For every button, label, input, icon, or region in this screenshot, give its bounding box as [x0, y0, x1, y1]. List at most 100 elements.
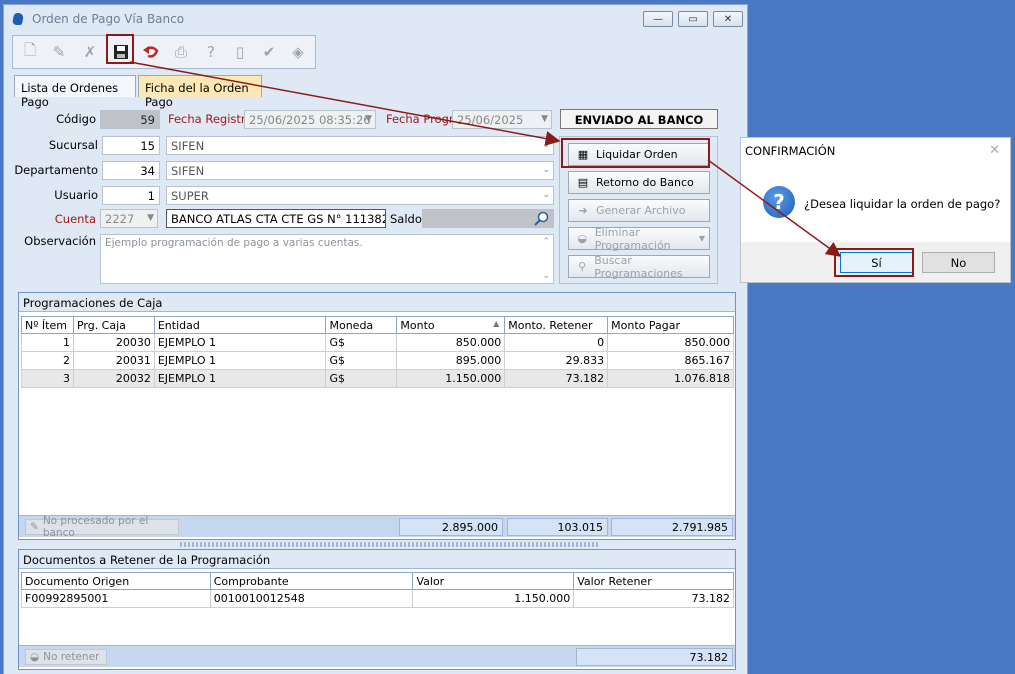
eraser-icon[interactable]: ◈ — [285, 39, 311, 65]
saldo-field — [422, 209, 554, 228]
codigo-field: 59 — [100, 110, 160, 129]
fecha-registro-field[interactable]: 25/06/2025 08:35:26 ▼ — [244, 110, 376, 129]
chevron-down-icon: ▼ — [698, 234, 705, 243]
scroll-down-icon[interactable]: ⌄ — [542, 271, 550, 281]
sucursal-code-field[interactable]: 15 — [102, 136, 160, 155]
help-icon[interactable]: ? — [198, 39, 224, 65]
programaciones-title: Programaciones de Caja — [19, 293, 735, 312]
total-pagar: 2.791.985 — [611, 518, 733, 536]
dialog-message: ¿Desea liquidar la orden de pago? — [804, 197, 1001, 211]
no-button[interactable]: No — [922, 252, 995, 273]
tab-ficha[interactable]: Ficha del la Orden Pago — [138, 75, 262, 109]
sucursal-label: Sucursal — [48, 138, 98, 152]
maximize-button[interactable]: ▭ — [678, 11, 708, 27]
chevron-down-icon: ⌄ — [542, 140, 550, 150]
splitter[interactable] — [180, 542, 600, 547]
liquidar-highlight — [561, 138, 710, 168]
minimize-button[interactable]: — — [643, 11, 673, 27]
cell-comprobante: 0010010012548 — [209, 589, 414, 608]
cell-monto: 850.000 — [396, 333, 506, 352]
total-monto: 2.895.000 — [399, 518, 503, 536]
edit-icon[interactable]: ✎ — [46, 39, 72, 65]
cuenta-name-field[interactable]: BANCO ATLAS CTA CTE GS N° 1113822 SI — [166, 209, 386, 228]
col-comprobante[interactable]: Comprobante — [209, 572, 414, 590]
eraser-icon: ◒ — [577, 232, 588, 245]
close-button[interactable]: ✕ — [713, 11, 743, 27]
col-monto-pagar[interactable]: Monto Pagar — [607, 316, 734, 334]
departamento-code-field[interactable]: 34 — [102, 161, 160, 180]
col-entidad[interactable]: Entidad — [153, 316, 327, 334]
eliminar-programacion-button[interactable]: ◒ Eliminar Programación ▼ — [568, 226, 710, 252]
col-valor[interactable]: Valor — [412, 572, 575, 590]
cell-item: 2 — [21, 351, 74, 370]
usuario-label: Usuario — [54, 188, 98, 202]
scroll-up-icon[interactable]: ⌃ — [542, 237, 550, 247]
total-valor-retener: 73.182 — [576, 648, 733, 666]
toolbar: 🗋 ✎ ✗ ⎙ ? ▯ ✔ ◈ — [12, 35, 316, 69]
chevron-down-icon: ⌄ — [542, 190, 550, 200]
app-icon — [11, 13, 25, 25]
cell-origen: F00992895001 — [21, 589, 211, 608]
cell-item: 3 — [21, 369, 74, 388]
cell-prg: 20031 — [72, 351, 155, 370]
table-row[interactable]: 1 20030 EJEMPLO 1 G$ 850.000 0 850.000 — [21, 333, 734, 352]
observacion-field[interactable]: Ejemplo programación de pago a varias cu… — [100, 234, 554, 284]
cell-retener: 29.833 — [504, 351, 609, 370]
documentos-group: Documentos a Retener de la Programación … — [18, 549, 736, 670]
buscar-programaciones-button[interactable]: ⚲ Buscar Programaciones — [568, 254, 710, 280]
check-icon[interactable]: ✔ — [256, 39, 282, 65]
search-icon[interactable] — [534, 211, 549, 227]
fecha-prog-field[interactable]: 25/06/2025 ▼ — [452, 110, 552, 129]
cell-monto: 895.000 — [396, 351, 506, 370]
delete-icon[interactable]: ✗ — [77, 39, 103, 65]
door-icon[interactable]: ▯ — [227, 39, 253, 65]
search-icon: ⚲ — [578, 260, 587, 273]
generar-archivo-button[interactable]: ➜ Generar Archivo — [568, 199, 710, 222]
close-icon[interactable]: ✕ — [989, 143, 1000, 158]
col-moneda[interactable]: Moneda — [325, 316, 398, 334]
cell-pagar: 1.076.818 — [607, 369, 734, 388]
programaciones-table: Nº Ítem Prg. Caja Entidad Moneda Monto ▲ … — [21, 316, 734, 388]
print-icon[interactable]: ⎙ — [168, 39, 194, 65]
cell-entidad: EJEMPLO 1 — [153, 369, 327, 388]
cell-retener: 0 — [504, 333, 609, 352]
col-prg-caja[interactable]: Prg. Caja — [72, 316, 155, 334]
departamento-name-field[interactable]: SIFEN ⌄ — [166, 161, 554, 180]
sucursal-name-field[interactable]: SIFEN ⌄ — [166, 136, 554, 155]
table-row[interactable]: F00992895001 0010010012548 1.150.000 73.… — [21, 589, 734, 608]
new-icon[interactable]: 🗋 — [17, 39, 43, 65]
no-retener-button[interactable]: ◒ No retener — [25, 649, 107, 665]
undo-icon[interactable] — [138, 39, 164, 65]
question-icon: ? — [763, 186, 795, 218]
usuario-code-field[interactable]: 1 — [102, 186, 160, 205]
no-procesado-button[interactable]: ✎ No procesado por el banco — [25, 515, 179, 539]
dialog-title: CONFIRMACIÓN — [745, 144, 836, 158]
col-monto-retener[interactable]: Monto. Retener — [504, 316, 609, 334]
cuenta-code-field[interactable]: 2227 ▼ — [100, 209, 158, 228]
cuenta-label: Cuenta — [54, 212, 96, 226]
table-row[interactable]: 2 20031 EJEMPLO 1 G$ 895.000 29.833 865.… — [21, 351, 734, 370]
export-icon: ➜ — [578, 204, 588, 217]
cell-retener: 73.182 — [504, 369, 609, 388]
chevron-down-icon: ▼ — [147, 213, 154, 223]
cell-pagar: 865.167 — [607, 351, 734, 370]
eraser-icon: ◒ — [30, 651, 40, 663]
col-documento-origen[interactable]: Documento Origen — [21, 572, 211, 590]
col-valor-retener[interactable]: Valor Retener — [573, 572, 734, 590]
documentos-title: Documentos a Retener de la Programación — [19, 550, 735, 569]
chevron-down-icon: ▼ — [541, 114, 548, 124]
window-title: Orden de Pago Vía Banco — [32, 12, 185, 26]
cell-moneda: G$ — [325, 369, 398, 388]
tab-lista[interactable]: Lista de Ordenes Pago — [14, 75, 136, 109]
cell-prg: 20032 — [72, 369, 155, 388]
usuario-name-field[interactable]: SUPER ⌄ — [166, 186, 554, 205]
table-row[interactable]: 3 20032 EJEMPLO 1 G$ 1.150.000 73.182 1.… — [21, 369, 734, 388]
codigo-label: Código — [56, 112, 96, 126]
cell-moneda: G$ — [325, 351, 398, 370]
cell-moneda: G$ — [325, 333, 398, 352]
retorno-banco-button[interactable]: ▤ Retorno do Banco — [568, 171, 710, 194]
chevron-down-icon: ⌄ — [542, 165, 550, 175]
col-monto[interactable]: Monto ▲ — [396, 316, 506, 334]
observacion-label: Observación — [24, 234, 96, 248]
col-item[interactable]: Nº Ítem — [21, 316, 74, 334]
